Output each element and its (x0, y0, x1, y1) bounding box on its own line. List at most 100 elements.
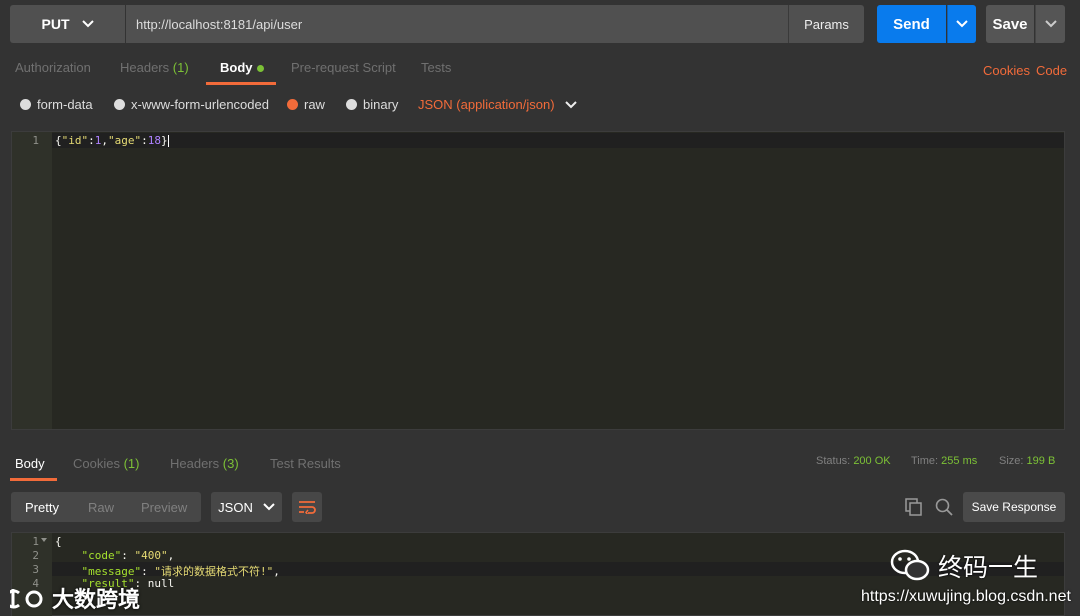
save-response-button[interactable]: Save Response (963, 492, 1065, 522)
watermark-right-text: 终码一生 (938, 554, 1039, 582)
modified-dot-icon (256, 65, 264, 73)
wrap-lines-button[interactable] (292, 492, 322, 522)
tab-label: Headers (170, 456, 220, 471)
wrap-lines-icon (299, 501, 316, 514)
chevron-down-icon (564, 100, 577, 108)
tab-label: Body (15, 456, 45, 471)
code-token: 18 (147, 134, 161, 147)
search-icon (935, 498, 953, 516)
save-button[interactable]: Save (986, 5, 1034, 43)
radio-form-data[interactable]: form-data (20, 97, 93, 112)
code-token: "code" (81, 549, 122, 562)
copy-icon (905, 498, 922, 516)
tab-body[interactable]: Body (220, 60, 264, 84)
current-line-highlight (52, 133, 1064, 148)
radio-label: x-www-form-urlencoded (131, 97, 269, 112)
watermark-left-text: 大数跨境 (52, 587, 141, 612)
response-tab-cookies[interactable]: Cookies (1) (73, 456, 139, 471)
code-line: {"id":1,"age":18} (55, 134, 169, 147)
size-value: 199 B (1026, 455, 1056, 467)
params-button[interactable]: Params (788, 5, 864, 43)
response-tab-test-results[interactable]: Test Results (270, 456, 341, 471)
code-token: "id" (61, 134, 89, 147)
code-token: null (147, 577, 175, 590)
tab-label: Pre-request Script (291, 60, 396, 75)
format-preview[interactable]: Preview (141, 500, 187, 515)
content-type-select[interactable]: JSON (application/json) (418, 97, 577, 112)
tab-label: Tests (421, 60, 452, 75)
postman-window: PUT http://localhost:8181/api/user Param… (0, 0, 1080, 616)
format-raw[interactable]: Raw (88, 500, 114, 515)
radio-circle-icon (346, 99, 357, 110)
size-label: Size: (999, 455, 1024, 467)
tab-label: Cookies (73, 456, 120, 471)
response-tab-headers[interactable]: Headers (3) (170, 456, 239, 471)
wechat-icon (890, 549, 930, 581)
tab-label: Test Results (270, 456, 341, 471)
code-link[interactable]: Code (1036, 63, 1067, 78)
url-input[interactable]: http://localhost:8181/api/user (126, 5, 788, 43)
radio-label: form-data (37, 97, 93, 112)
send-button[interactable]: Send (877, 5, 946, 43)
response-format-select[interactable]: JSON (211, 492, 282, 522)
code-token: { (55, 535, 62, 548)
method-label: PUT (41, 16, 70, 32)
search-button[interactable] (935, 498, 953, 521)
size-info: Size: 199 B (999, 455, 1055, 467)
code-token: } (161, 134, 168, 147)
watermark-left: 大数跨境 (10, 582, 140, 614)
code-token: { (55, 134, 62, 147)
code-token: "age" (108, 134, 142, 147)
request-body-editor[interactable]: 1 {"id":1,"age":18} (11, 131, 1065, 430)
time-info: Time: 255 ms (911, 455, 977, 467)
chevron-down-icon (1044, 20, 1057, 28)
send-options-button[interactable] (947, 5, 976, 43)
copy-button[interactable] (905, 498, 923, 521)
tab-pre-request-script[interactable]: Pre-request Script (291, 60, 396, 84)
cookies-link[interactable]: Cookies (983, 63, 1030, 78)
line-number: 3 (32, 563, 39, 576)
radio-raw[interactable]: raw (287, 97, 325, 112)
chevron-down-icon (263, 503, 275, 511)
active-tab-indicator (206, 82, 276, 85)
save-options-button[interactable] (1035, 5, 1065, 43)
fold-caret-icon (41, 538, 47, 542)
line-number: 1 (32, 535, 39, 548)
status-value: 200 OK (853, 455, 891, 467)
tab-headers[interactable]: Headers (1) (120, 60, 189, 84)
time-label: Time: (911, 455, 939, 467)
watermark-right: 终码一生 (890, 548, 1038, 584)
tab-label: Body (220, 60, 253, 75)
chevron-down-icon (81, 20, 94, 28)
radio-circle-icon (114, 99, 125, 110)
code-line: { (55, 535, 62, 548)
chevron-down-icon (956, 20, 968, 28)
active-tab-indicator (10, 478, 57, 481)
radio-circle-icon (20, 99, 31, 110)
radio-binary[interactable]: binary (346, 97, 398, 112)
radio-selected-icon (287, 99, 298, 110)
tab-count: (3) (222, 456, 239, 471)
format-pretty[interactable]: Pretty (25, 500, 59, 515)
method-select[interactable]: PUT (10, 5, 125, 43)
line-gutter: 1 (12, 132, 52, 429)
tab-label: Authorization (15, 60, 91, 75)
response-tab-body[interactable]: Body (15, 456, 45, 471)
tab-label: Headers (120, 60, 170, 75)
watermark-url: https://xuwujing.blog.csdn.net (861, 588, 1071, 605)
radio-label: raw (304, 97, 325, 112)
tab-authorization[interactable]: Authorization (15, 60, 91, 84)
format-type-label: JSON (218, 499, 253, 515)
radio-urlencoded[interactable]: x-www-form-urlencoded (114, 97, 269, 112)
logo-icon (10, 589, 43, 609)
code-token: , (101, 134, 108, 147)
content-type-label: JSON (application/json) (418, 97, 555, 112)
tab-count: (1) (172, 60, 189, 75)
status-label: Status: (816, 455, 851, 467)
line-number: 2 (32, 549, 39, 562)
tab-tests[interactable]: Tests (421, 60, 451, 84)
status-info: Status: 200 OK (816, 455, 891, 467)
tab-count: (1) (123, 456, 140, 471)
radio-label: binary (363, 97, 399, 112)
code-token: : (141, 134, 148, 147)
